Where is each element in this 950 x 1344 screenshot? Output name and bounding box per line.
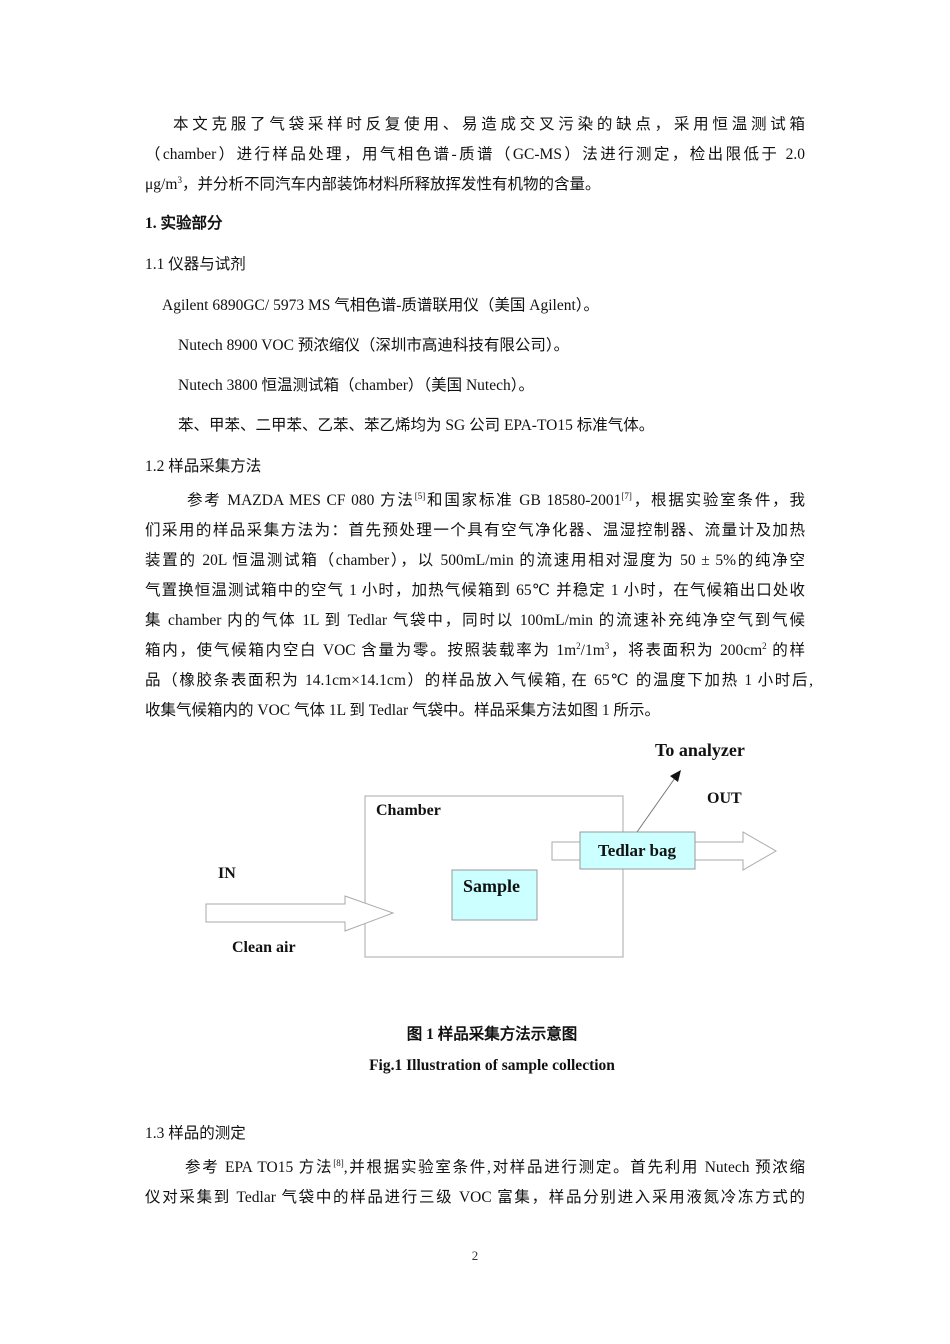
text-run: 参考 MAZDA MES CF 080 方法 xyxy=(187,492,415,509)
subsection-heading-1-2: 1.2 样品采集方法 xyxy=(145,458,262,475)
instrument-item: Nutech 8900 VOC 预浓缩仪（深圳市高迪科技有限公司）。 xyxy=(178,337,570,354)
text-run: ,并根据实验室条件,对样品进行测定。首先利用 Nutech 预浓缩 xyxy=(343,1159,805,1176)
tedlar-bag-label: Tedlar bag xyxy=(598,841,676,860)
text-run: 的样 xyxy=(766,642,805,659)
in-label: IN xyxy=(218,865,236,882)
clean-air-label: Clean air xyxy=(232,939,296,956)
subsection-heading-1-1: 1.1 仪器与试剂 xyxy=(145,256,246,273)
text-run: 箱内，使气候箱内空白 VOC 含量为零。按照装载率为 1m xyxy=(145,642,577,659)
para-1-2-line-7: 品（橡胶条表面积为 14.1cm×14.1cm）的样品放入气候箱, 在 65℃ … xyxy=(145,672,813,689)
page-number: 2 xyxy=(471,1248,479,1263)
para-1-3-line-1: 参考 EPA TO15 方法[8],并根据实验室条件,对样品进行测定。首先利用 … xyxy=(145,1158,805,1178)
para-1-2-line-1: 参考 MAZDA MES CF 080 方法[5]和国家标准 GB 18580-… xyxy=(145,491,805,511)
section-heading: 1. 实验部分 xyxy=(145,215,223,232)
citation[interactable]: [8] xyxy=(333,1158,344,1168)
intro-line-1: 本文克服了气袋采样时反复使用、易造成交叉污染的缺点，采用恒温测试箱 xyxy=(173,116,805,133)
connector-stub xyxy=(551,841,583,861)
para-1-3-line-2: 仪对采集到 Tedlar 气袋中的样品进行三级 VOC 富集，样品分别进入采用液… xyxy=(145,1189,805,1206)
text-run: 和国家标准 GB 18580-2001 xyxy=(425,492,622,509)
outlet-arrow xyxy=(693,831,778,871)
out-label: OUT xyxy=(707,790,742,807)
text-run: ，根据实验室条件，我 xyxy=(631,492,805,509)
para-1-2-line-3: 装置的 20L 恒温测试箱（chamber），以 500mL/min 的流速用相… xyxy=(145,552,805,569)
sample-label: Sample xyxy=(463,876,521,896)
text-run: /1m xyxy=(580,642,605,659)
instrument-item: Agilent 6890GC/ 5973 MS 气相色谱-质谱联用仪（美国 Ag… xyxy=(162,297,600,314)
citation[interactable]: [5] xyxy=(415,491,426,501)
text-run: ，将表面积为 200cm xyxy=(609,642,763,659)
citation[interactable]: [7] xyxy=(621,491,632,501)
figure-caption-cn: 图 1 样品采集方法示意图 xyxy=(406,1026,578,1043)
chamber-label: Chamber xyxy=(376,802,441,819)
para-1-2-line-5: 集 chamber 内的气体 1L 到 Tedlar 气袋中，同时以 100mL… xyxy=(145,612,805,629)
analyzer-arrowhead xyxy=(670,770,681,782)
analyzer-line xyxy=(636,777,676,833)
text-run: 参考 EPA TO15 方法 xyxy=(185,1159,334,1176)
intro-line-3: μg/m3，并分析不同汽车内部装饰材料所释放挥发性有机物的含量。 xyxy=(145,175,805,195)
intro-line-3-post: ，并分析不同汽车内部装饰材料所释放挥发性有机物的含量。 xyxy=(181,176,601,193)
para-1-2-line-6: 箱内，使气候箱内空白 VOC 含量为零。按照装载率为 1m2/1m3，将表面积为… xyxy=(145,641,805,661)
para-1-2-line-4: 气置换恒温测试箱中的空气 1 小时，加热气候箱到 65℃ 并稳定 1 小时，在气… xyxy=(145,582,805,599)
subsection-heading-1-3: 1.3 样品的测定 xyxy=(145,1125,246,1142)
para-1-2-line-8: 收集气候箱内的 VOC 气体 1L 到 Tedlar 气袋中。样品采集方法如图 … xyxy=(145,702,660,719)
inlet-arrow xyxy=(205,895,395,932)
para-1-2-line-2: 们采用的样品采集方法为：首先预处理一个具有空气净化器、温湿控制器、流量计及加热 xyxy=(145,522,805,539)
figure-caption-en: Fig.1 Illustration of sample collection xyxy=(369,1057,615,1074)
instrument-item: Nutech 3800 恒温测试箱（chamber）（美国 Nutech）。 xyxy=(178,377,535,394)
instrument-item: 苯、甲苯、二甲苯、乙苯、苯乙烯均为 SG 公司 EPA-TO15 标准气体。 xyxy=(178,417,655,434)
intro-line-2: （chamber）进行样品处理，用气相色谱-质谱（GC-MS）法进行测定，检出限… xyxy=(145,146,805,163)
to-analyzer-label: To analyzer xyxy=(655,740,745,760)
intro-line-3-pre: μg/m xyxy=(145,176,178,193)
